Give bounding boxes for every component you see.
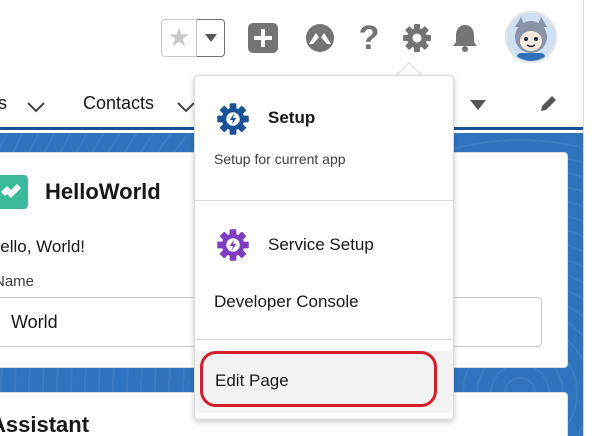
bell-icon[interactable]: [449, 22, 481, 54]
help-icon[interactable]: ?: [353, 19, 385, 57]
chevron-down-icon[interactable]: [197, 19, 225, 57]
menu-item-service-setup[interactable]: Service Setup: [195, 227, 453, 263]
scrollbar-edge: [583, 0, 584, 436]
nav-more-icon[interactable]: [469, 98, 487, 116]
menu-item-label: Developer Console: [214, 292, 359, 311]
helloworld-icon: [0, 175, 28, 209]
name-label: Name: [0, 273, 35, 290]
menu-item-developer-console[interactable]: Developer Console: [195, 284, 453, 320]
nav-item-partial[interactable]: s: [0, 93, 7, 114]
menu-item-label: Setup: [268, 108, 316, 127]
menu-item-label: Service Setup: [268, 235, 374, 254]
card-title: HelloWorld: [45, 179, 161, 204]
trailhead-icon[interactable]: [304, 22, 336, 54]
edit-pencil-icon[interactable]: [538, 94, 558, 119]
chevron-down-icon[interactable]: [26, 100, 46, 118]
star-icon[interactable]: ★: [161, 19, 197, 57]
highlight-annotation: [200, 351, 437, 407]
add-icon[interactable]: [247, 22, 279, 54]
setup-gear-icon: [215, 101, 251, 142]
setup-description: Setup for current app: [214, 151, 346, 167]
favorites-group: ★: [161, 19, 225, 57]
chevron-down-icon[interactable]: [176, 100, 196, 118]
avatar[interactable]: [505, 11, 557, 63]
service-gear-icon: [215, 227, 251, 268]
greeting-text: Hello, World!: [0, 237, 85, 256]
menu-divider: [195, 200, 453, 201]
assistant-title: Assistant: [0, 412, 90, 436]
gear-icon[interactable]: [401, 22, 433, 54]
global-header: ★ ?: [0, 0, 610, 80]
menu-item-setup[interactable]: Setup: [195, 97, 453, 141]
nav-item-contacts[interactable]: Contacts: [83, 93, 154, 114]
menu-divider: [195, 339, 453, 340]
